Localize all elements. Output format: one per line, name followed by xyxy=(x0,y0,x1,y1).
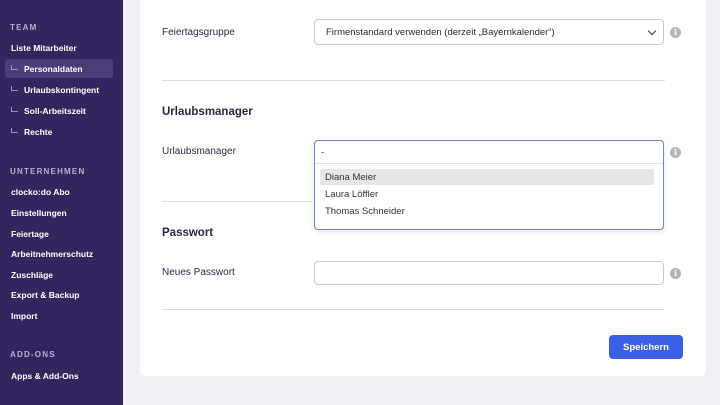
sidebar-item-label: Arbeitnehmerschutz xyxy=(11,248,94,259)
sidebar-item-soll-arbeitszeit[interactable]: Soll-Arbeitszeit xyxy=(5,101,113,120)
vacation-manager-option[interactable]: Laura Löffler xyxy=(320,186,654,202)
sidebar-item-arbeitnehmerschutz[interactable]: Arbeitnehmerschutz xyxy=(5,244,113,263)
vacation-manager-combobox[interactable]: Diana Meier Laura Löffler Thomas Schneid… xyxy=(314,140,664,230)
vacation-manager-search-input[interactable] xyxy=(315,141,663,164)
sidebar-section-team: TEAM xyxy=(10,23,38,32)
sidebar-item-apps-add-ons[interactable]: Apps & Add-Ons xyxy=(5,366,113,385)
divider xyxy=(162,80,665,81)
holiday-group-label: Feiertagsgruppe xyxy=(162,27,235,38)
chevron-down-icon xyxy=(647,26,657,36)
submenu-indent-icon xyxy=(11,86,18,91)
sidebar-section-add-ons: ADD-ONS xyxy=(10,350,56,359)
sidebar-item-label: Export & Backup xyxy=(11,289,80,300)
sidebar-item-label: Liste Mitarbeiter xyxy=(11,42,77,53)
divider xyxy=(162,309,665,310)
sidebar-item-liste-mitarbeiter[interactable]: Liste Mitarbeiter xyxy=(5,38,113,57)
vacation-manager-section-title: Urlaubsmanager xyxy=(162,106,253,118)
sidebar-item-label: Einstellungen xyxy=(11,207,67,218)
new-password-label: Neues Passwort xyxy=(162,267,235,278)
sidebar-section-unternehmen: UNTERNEHMEN xyxy=(10,167,86,176)
sidebar-item-label: Personaldaten xyxy=(24,63,83,74)
submenu-indent-icon xyxy=(11,128,18,133)
sidebar-item-rechte[interactable]: Rechte xyxy=(5,122,113,141)
holiday-group-select[interactable]: Firmenstandard verwenden (derzeit „Bayer… xyxy=(314,19,664,45)
sidebar-item-einstellungen[interactable]: Einstellungen xyxy=(5,203,113,222)
sidebar-item-label: Soll-Arbeitszeit xyxy=(24,105,86,116)
sidebar-item-label: Apps & Add-Ons xyxy=(11,370,79,381)
sidebar-item-zuschlaege[interactable]: Zuschläge xyxy=(5,265,113,284)
submenu-indent-icon xyxy=(11,65,18,70)
sidebar-item-label: Feiertage xyxy=(11,228,49,239)
sidebar-item-urlaubskontingent[interactable]: Urlaubskontingent xyxy=(5,80,113,99)
sidebar-item-abo[interactable]: clocko:do Abo xyxy=(5,182,113,201)
sidebar-item-export-backup[interactable]: Export & Backup xyxy=(5,285,113,304)
vacation-manager-option[interactable]: Thomas Schneider xyxy=(320,203,654,219)
sidebar-item-import[interactable]: Import xyxy=(5,306,113,325)
submenu-indent-icon xyxy=(11,107,18,112)
sidebar-item-label: Import xyxy=(11,310,38,321)
sidebar-item-label: Zuschläge xyxy=(11,269,54,280)
sidebar-item-feiertage[interactable]: Feiertage xyxy=(5,224,113,243)
settings-card: Feiertagsgruppe Firmenstandard verwenden… xyxy=(140,0,706,376)
password-section-title: Passwort xyxy=(162,227,214,239)
info-icon[interactable]: i xyxy=(670,27,681,38)
new-password-input[interactable] xyxy=(314,261,664,285)
save-button[interactable]: Speichern xyxy=(609,335,683,359)
sidebar: TEAM Liste Mitarbeiter Personaldaten Url… xyxy=(0,0,123,405)
info-icon[interactable]: i xyxy=(670,268,681,279)
sidebar-item-personaldaten[interactable]: Personaldaten xyxy=(5,59,113,78)
sidebar-item-label: Urlaubskontingent xyxy=(24,84,100,95)
sidebar-item-label: clocko:do Abo xyxy=(11,186,70,197)
info-icon[interactable]: i xyxy=(670,147,681,158)
holiday-group-value: Firmenstandard verwenden (derzeit „Bayer… xyxy=(326,26,555,38)
divider xyxy=(162,201,312,202)
vacation-manager-option[interactable]: Diana Meier xyxy=(320,169,654,185)
sidebar-item-label: Rechte xyxy=(24,126,53,137)
vacation-manager-label: Urlaubsmanager xyxy=(162,146,236,157)
